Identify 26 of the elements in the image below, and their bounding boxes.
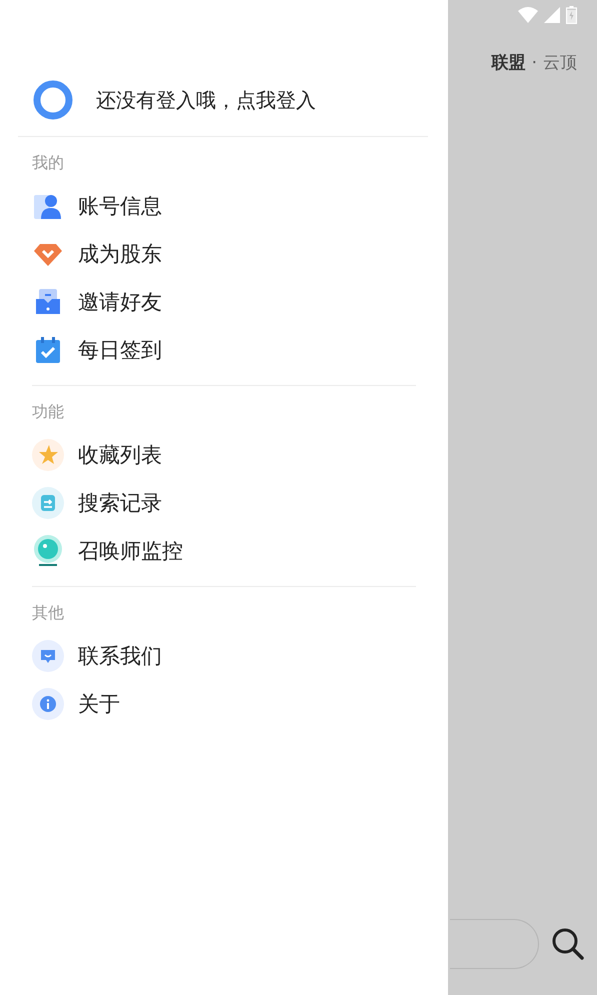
tab[interactable]: 联盟 xyxy=(492,51,526,74)
menu-item[interactable]: 每日签到 xyxy=(32,326,448,374)
section-title: 功能 xyxy=(32,401,65,423)
login-row[interactable]: 还没有登入哦，点我登入 xyxy=(33,80,448,120)
info-icon xyxy=(32,688,64,720)
menu-item[interactable]: 邀请好友 xyxy=(32,278,448,326)
section-title: 其他 xyxy=(32,602,65,624)
login-prompt: 还没有登入哦，点我登入 xyxy=(96,86,316,114)
menu-item[interactable]: 成为股东 xyxy=(32,230,448,278)
chat-icon xyxy=(32,640,64,672)
signal-icon xyxy=(544,7,560,23)
menu-item[interactable]: 关于 xyxy=(32,680,448,728)
menu-item[interactable]: 召唤师监控 xyxy=(32,527,448,575)
menu-item[interactable]: 联系我们 xyxy=(32,632,448,680)
separator-dot: · xyxy=(532,52,537,72)
document-icon xyxy=(32,487,64,519)
menu-item[interactable]: 账号信息 xyxy=(32,182,448,230)
tab[interactable]: 云顶 xyxy=(543,51,577,74)
search-icon[interactable] xyxy=(551,927,585,961)
wifi-icon xyxy=(518,7,538,23)
menu-item[interactable]: 搜索记录 xyxy=(32,479,448,527)
battery-icon xyxy=(566,6,577,24)
avatar-ring-icon xyxy=(33,80,73,120)
camera-icon xyxy=(32,535,64,567)
menu-item[interactable]: 收藏列表 xyxy=(32,431,448,479)
section-title: 我的 xyxy=(32,152,65,174)
